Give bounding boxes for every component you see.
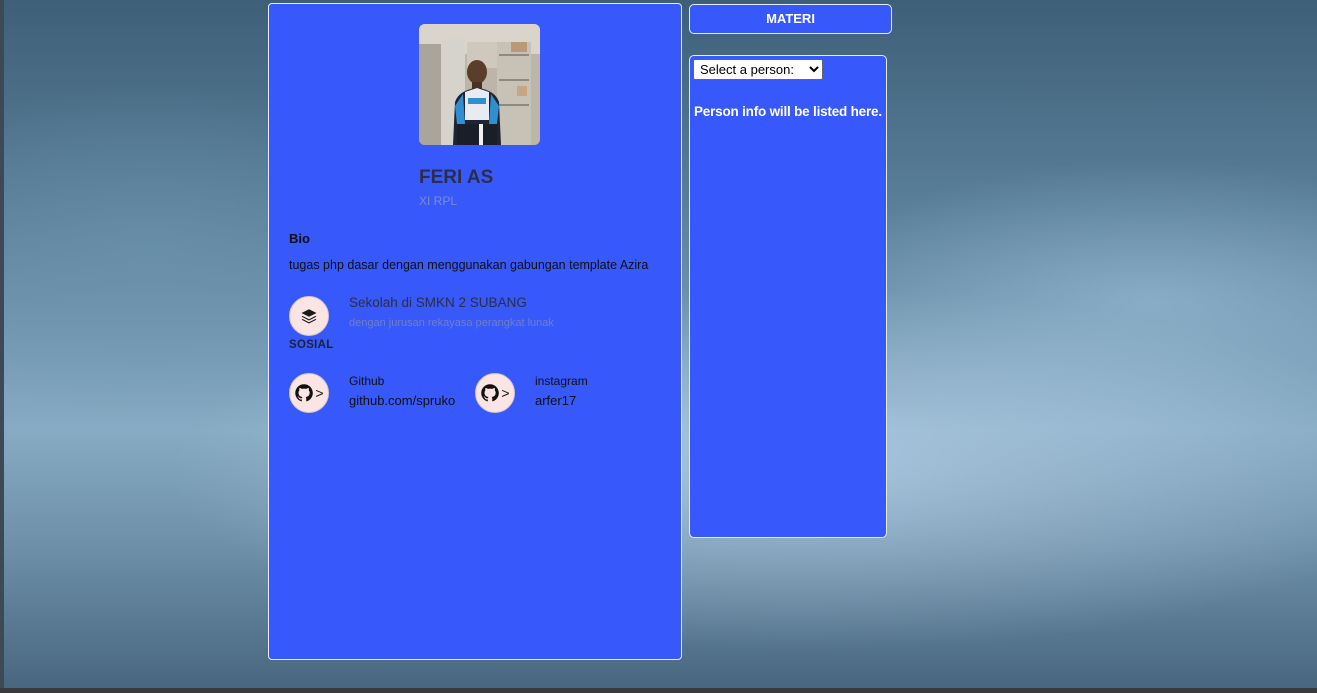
github-value[interactable]: github.com/spruko [349,393,455,408]
bottom-bar [0,688,1317,693]
instagram-value[interactable]: arfer17 [535,393,576,408]
person-panel: Select a person: Person info will be lis… [689,55,887,538]
profile-name: FERI AS [419,167,494,188]
profile-card: FERI AS XI RPL Bio tugas php dasar denga… [268,3,682,660]
instagram-label: instagram [535,374,588,388]
school-subtitle: dengan jurusan rekayasa perangkat lunak [349,317,554,329]
github-icon [481,384,500,402]
layers-icon [289,296,329,336]
sosial-label: SOSIAL [289,339,334,351]
github-icon [295,384,314,402]
github-link-button[interactable]: > [289,373,329,413]
person-info-text: Person info will be listed here. [694,104,882,119]
instagram-link-button[interactable]: > [475,373,515,413]
person-select[interactable]: Select a person: [693,59,823,80]
materi-button[interactable]: MATERI [689,4,892,34]
profile-class: XI RPL [419,194,458,208]
github-link-suffix: > [315,385,324,401]
profile-photo [419,24,540,145]
bio-heading: Bio [289,231,310,246]
github-label: Github [349,374,385,388]
school-title: Sekolah di SMKN 2 SUBANG [349,295,527,310]
bio-text: tugas php dasar dengan menggunakan gabun… [289,258,649,272]
instagram-link-suffix: > [501,385,510,401]
window-edge [0,0,4,693]
